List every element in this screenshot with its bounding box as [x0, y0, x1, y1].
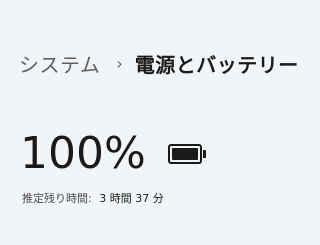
- remaining-time-value: 3 時間 37 分: [99, 192, 164, 205]
- remaining-time-label: 推定残り時間:: [22, 192, 92, 205]
- battery-icon-body: [167, 144, 202, 164]
- breadcrumb: システム › 電源とバッテリー: [19, 46, 299, 80]
- chevron-right-icon: ›: [116, 53, 123, 73]
- battery-icon-terminal: [202, 150, 206, 158]
- battery-percentage: 100%: [20, 128, 146, 179]
- estimated-remaining-time: 推定残り時間: 3 時間 37 分: [22, 190, 164, 206]
- breadcrumb-system-link[interactable]: システム: [19, 49, 100, 78]
- page-title: 電源とバッテリー: [134, 52, 299, 77]
- battery-status: 100%: [20, 126, 206, 182]
- battery-full-icon: [167, 144, 206, 164]
- battery-level-fill: [171, 148, 198, 160]
